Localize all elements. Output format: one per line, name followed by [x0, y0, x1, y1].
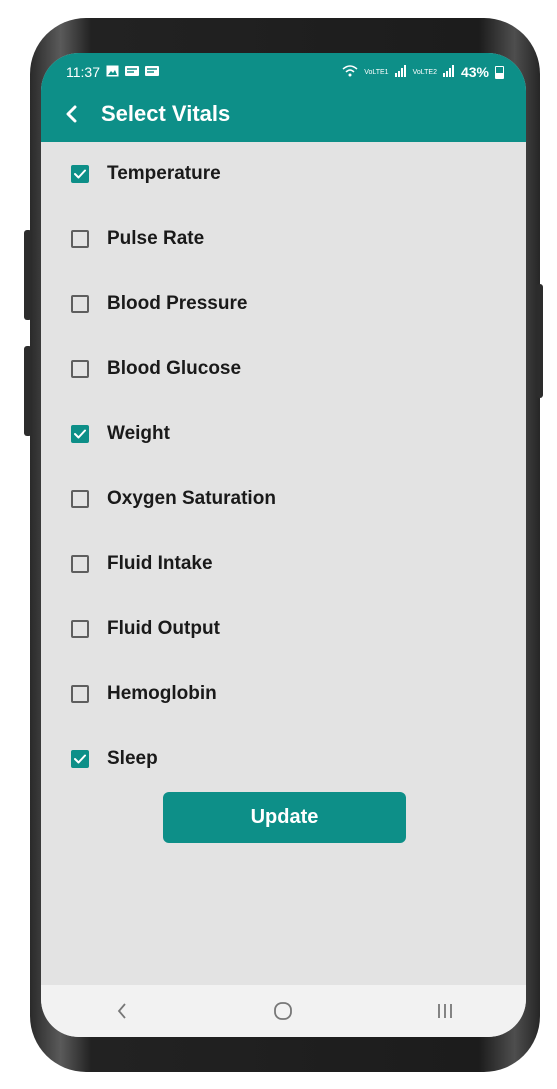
- checkbox[interactable]: [71, 750, 89, 768]
- update-button[interactable]: Update: [163, 792, 406, 843]
- checkmark-icon: [74, 169, 86, 179]
- volume-up-button: [24, 230, 32, 320]
- status-bar: 11:37 VoLTE1 VoLTE2 43%: [66, 62, 504, 82]
- checkbox[interactable]: [71, 685, 89, 703]
- image-icon: [106, 65, 119, 79]
- vital-fluid-output[interactable]: Fluid Output: [71, 614, 220, 644]
- recents-icon[interactable]: [425, 991, 465, 1031]
- checkbox[interactable]: [71, 490, 89, 508]
- chevron-left-icon[interactable]: [61, 104, 81, 124]
- vital-temperature[interactable]: Temperature: [71, 159, 221, 189]
- checkmark-icon: [74, 429, 86, 439]
- vital-hemoglobin[interactable]: Hemoglobin: [71, 679, 217, 709]
- signal-icon: [442, 65, 455, 79]
- vital-label: Blood Glucose: [107, 358, 242, 379]
- home-icon[interactable]: [263, 991, 303, 1031]
- network-2-label: VoLTE2: [412, 68, 437, 76]
- checkbox[interactable]: [71, 230, 89, 248]
- vital-label: Temperature: [107, 163, 221, 184]
- checkmark-icon: [74, 754, 86, 764]
- system-nav-bar: [41, 985, 526, 1037]
- vital-label: Blood Pressure: [107, 293, 248, 314]
- signal-icon: [394, 65, 407, 79]
- checkbox[interactable]: [71, 555, 89, 573]
- vital-blood-glucose[interactable]: Blood Glucose: [71, 354, 241, 384]
- wifi-icon: [342, 65, 358, 79]
- battery-icon: [495, 65, 504, 79]
- network-1-label: VoLTE1: [364, 68, 389, 76]
- battery-percent: 43%: [460, 64, 489, 80]
- vital-oxygen-saturation[interactable]: Oxygen Saturation: [71, 484, 276, 514]
- vital-label: Fluid Intake: [107, 553, 213, 574]
- vital-weight[interactable]: Weight: [71, 419, 170, 449]
- vital-label: Fluid Output: [107, 618, 220, 639]
- vital-sleep[interactable]: Sleep: [71, 744, 158, 774]
- vital-blood-pressure[interactable]: Blood Pressure: [71, 289, 247, 319]
- checkbox[interactable]: [71, 165, 89, 183]
- checkbox[interactable]: [71, 295, 89, 313]
- volume-down-button: [24, 346, 32, 436]
- page-title: Select Vitals: [101, 101, 231, 126]
- app-screen: 11:37 VoLTE1 VoLTE2 43% Select Vitals Te…: [41, 53, 526, 1037]
- back-icon[interactable]: [102, 991, 142, 1031]
- vital-pulse-rate[interactable]: Pulse Rate: [71, 224, 204, 254]
- vital-fluid-intake[interactable]: Fluid Intake: [71, 549, 213, 579]
- checkbox[interactable]: [71, 360, 89, 378]
- vital-label: Pulse Rate: [107, 228, 205, 249]
- notification-icon: [125, 65, 139, 79]
- notification-icon: [145, 65, 159, 79]
- checkbox[interactable]: [71, 620, 89, 638]
- vital-label: Sleep: [107, 748, 158, 769]
- power-button: [536, 284, 543, 398]
- checkbox[interactable]: [71, 425, 89, 443]
- vital-label: Oxygen Saturation: [107, 488, 276, 509]
- vital-label: Hemoglobin: [107, 683, 217, 704]
- app-header: 11:37 VoLTE1 VoLTE2 43% Select Vitals: [41, 53, 526, 142]
- vital-label: Weight: [107, 423, 170, 444]
- status-time: 11:37: [66, 64, 100, 80]
